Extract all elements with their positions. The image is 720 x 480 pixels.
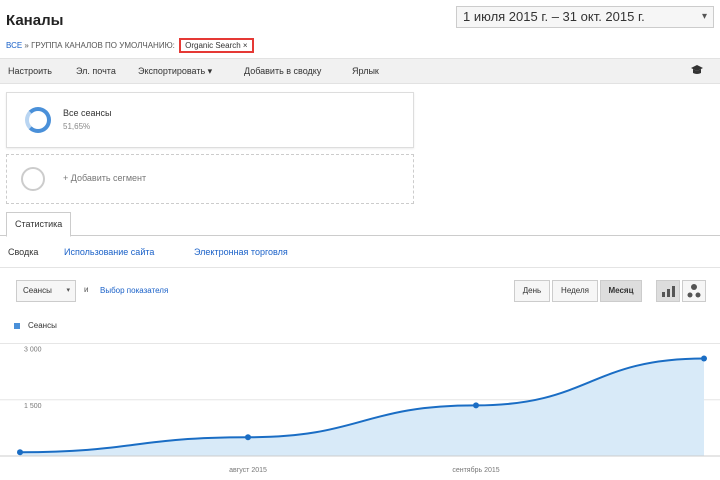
customize-button[interactable]: Настроить [8,66,52,76]
chevron-down-icon: ▾ [66,287,70,294]
data-point [17,449,23,456]
line-chart-button[interactable] [656,280,680,302]
granularity-month-button[interactable]: Месяц [600,280,642,302]
subnav-site-usage[interactable]: Использование сайта [64,247,154,257]
motion-chart-button[interactable] [682,280,706,302]
tab-statistics[interactable]: Статистика [6,212,72,237]
x-tick-label: август 2015 [229,467,267,474]
legend-series-name: Сеансы [28,321,57,330]
breadcrumb-channel-group: » ГРУППА КАНАЛОВ ПО УМОЛЧАНИЮ: [24,41,175,50]
page-title: Каналы [6,12,64,29]
line-chart-icon [662,286,675,297]
date-range-label: 1 июля 2015 г. – 31 окт. 2015 г. [463,9,645,24]
empty-circle-icon [21,167,45,191]
report-toolbar: Настроить Эл. почта Экспортировать ▾ Доб… [0,58,720,84]
add-segment-label: + Добавить сегмент [63,173,147,183]
breadcrumb-active-filter[interactable]: Organic Search × [179,38,254,53]
chart-legend: Сеансы [14,321,57,330]
granularity-week-button[interactable]: Неделя [552,280,598,302]
subnav-summary[interactable]: Сводка [8,247,38,257]
breadcrumb-all-link[interactable]: ВСЕ [6,41,22,50]
add-segment-card[interactable]: + Добавить сегмент [6,154,414,204]
y-tick-label: 3 000 [24,347,42,354]
legend-swatch [14,322,20,329]
data-point [701,355,707,362]
x-tick-label: сентябрь 2015 [452,466,499,474]
y-tick-label: 1 500 [24,403,42,410]
shortcut-button[interactable]: Ярлык [352,66,379,76]
segment-name: Все сеансы [63,108,112,118]
data-point [473,402,479,409]
segment-all-sessions[interactable]: Все сеансы 51,65% [6,92,414,148]
explorer-subnav: Сводка Использование сайта Электронная т… [0,236,720,268]
motion-chart-icon [687,284,701,298]
segment-percentage: 51,65% [63,122,91,131]
report-tabs: Статистика [0,212,720,237]
add-to-dashboard-button[interactable]: Добавить в сводку [244,66,321,76]
breadcrumb: ВСЕ » ГРУППА КАНАЛОВ ПО УМОЛЧАНИЮ: Organ… [6,38,254,53]
chevron-down-icon: ▾ [701,11,707,22]
graduation-cap-icon[interactable] [690,64,704,76]
versus-label: и [84,285,89,294]
subnav-ecommerce[interactable]: Электронная торговля [194,247,288,257]
metric-select[interactable]: Сеансы ▾ [16,280,76,302]
email-button[interactable]: Эл. почта [76,66,116,76]
series-area-fill [20,358,704,456]
segment-donut-icon [25,107,51,133]
choose-metric-link[interactable]: Выбор показателя [100,286,168,295]
data-point [245,434,251,441]
granularity-day-button[interactable]: День [514,280,550,302]
date-range-picker[interactable]: 1 июля 2015 г. – 31 окт. 2015 г. ▾ [456,6,714,28]
export-button[interactable]: Экспортировать ▾ [138,66,212,77]
sessions-area-chart: 3 000 1 500 август 2015 сентябрь 2015 [0,343,720,474]
